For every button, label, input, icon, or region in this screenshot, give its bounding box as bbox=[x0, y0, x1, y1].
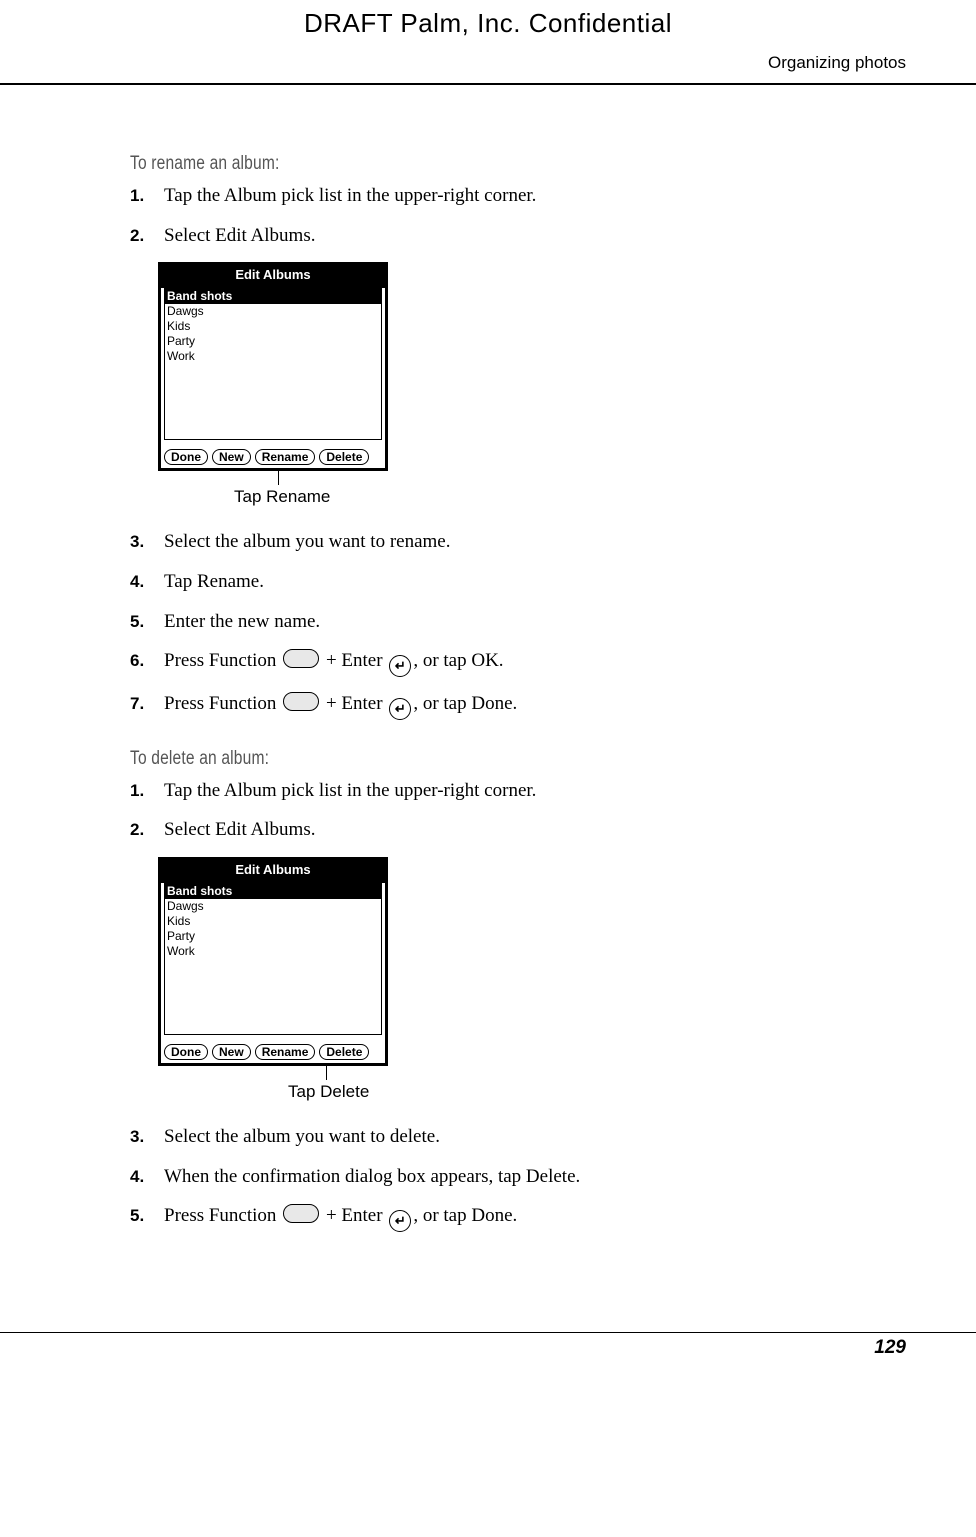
list-item[interactable]: Work bbox=[165, 944, 381, 959]
step-2-3: 3.Select the album you want to delete. bbox=[130, 1124, 890, 1150]
callout-tick bbox=[278, 471, 279, 485]
list-item[interactable]: Band shots bbox=[165, 289, 381, 304]
step-2-4: 4.When the confirmation dialog box appea… bbox=[130, 1164, 890, 1190]
list-item[interactable]: Dawgs bbox=[165, 304, 381, 319]
callout-label: Tap Delete bbox=[288, 1082, 369, 1102]
new-button[interactable]: New bbox=[212, 1044, 251, 1060]
step-2-5: 5. Press Function + Enter ↵, or tap Done… bbox=[130, 1203, 890, 1232]
list-item[interactable]: Kids bbox=[165, 319, 381, 334]
done-button[interactable]: Done bbox=[164, 1044, 208, 1060]
new-button[interactable]: New bbox=[212, 449, 251, 465]
enter-key-icon: ↵ bbox=[389, 655, 411, 677]
list-item[interactable]: Work bbox=[165, 349, 381, 364]
page-number: 129 bbox=[70, 1333, 906, 1359]
subhead-rename: To rename an album: bbox=[130, 153, 753, 175]
list-item[interactable]: Dawgs bbox=[165, 899, 381, 914]
draft-header: DRAFT Palm, Inc. Confidential bbox=[70, 0, 906, 53]
figure-delete: Edit Albums Band shots Dawgs Kids Party … bbox=[158, 857, 890, 1104]
list-item[interactable]: Kids bbox=[165, 914, 381, 929]
step-1-7: 7. Press Function + Enter ↵, or tap Done… bbox=[130, 691, 890, 720]
album-list[interactable]: Band shots Dawgs Kids Party Work bbox=[164, 288, 382, 440]
done-button[interactable]: Done bbox=[164, 449, 208, 465]
enter-key-icon: ↵ bbox=[389, 1210, 411, 1232]
subhead-delete: To delete an album: bbox=[130, 748, 753, 770]
step-2-2: 2.Select Edit Albums. bbox=[130, 817, 890, 843]
step-1-3: 3.Select the album you want to rename. bbox=[130, 529, 890, 555]
list-item[interactable]: Party bbox=[165, 929, 381, 944]
enter-key-icon: ↵ bbox=[389, 698, 411, 720]
list-item[interactable]: Band shots bbox=[165, 884, 381, 899]
delete-button[interactable]: Delete bbox=[319, 1044, 369, 1060]
callout-label: Tap Rename bbox=[234, 487, 330, 507]
step-1-2: 2.Select Edit Albums. bbox=[130, 223, 890, 249]
step-1-4: 4.Tap Rename. bbox=[130, 569, 890, 595]
step-1-1: 1.Tap the Album pick list in the upper-r… bbox=[130, 183, 890, 209]
step-1-6: 6. Press Function + Enter ↵, or tap OK. bbox=[130, 648, 890, 677]
step-1-5: 5.Enter the new name. bbox=[130, 609, 890, 635]
rename-button[interactable]: Rename bbox=[255, 1044, 316, 1060]
function-key-icon bbox=[283, 692, 319, 711]
dialog-title: Edit Albums bbox=[161, 860, 385, 881]
step-2-1: 1.Tap the Album pick list in the upper-r… bbox=[130, 778, 890, 804]
function-key-icon bbox=[283, 649, 319, 668]
rename-button[interactable]: Rename bbox=[255, 449, 316, 465]
list-item[interactable]: Party bbox=[165, 334, 381, 349]
delete-button[interactable]: Delete bbox=[319, 449, 369, 465]
running-head: Organizing photos bbox=[70, 53, 906, 83]
function-key-icon bbox=[283, 1204, 319, 1223]
callout-tick bbox=[326, 1066, 327, 1080]
dialog-title: Edit Albums bbox=[161, 265, 385, 286]
album-list[interactable]: Band shots Dawgs Kids Party Work bbox=[164, 883, 382, 1035]
figure-rename: Edit Albums Band shots Dawgs Kids Party … bbox=[158, 262, 890, 509]
